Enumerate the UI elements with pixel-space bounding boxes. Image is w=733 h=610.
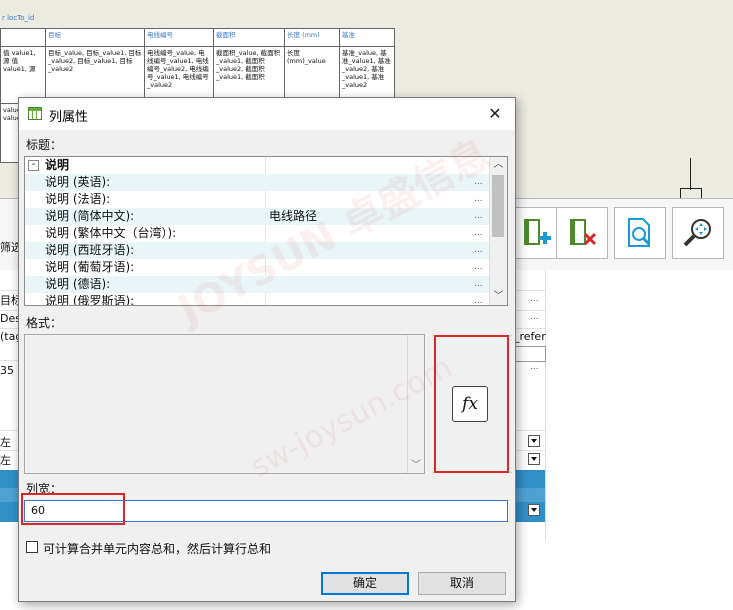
property-row-traditional-chinese[interactable]: 说明 (繁体中文（台湾）): ... bbox=[25, 225, 491, 242]
grid-column-line bbox=[545, 270, 546, 540]
preview-button[interactable] bbox=[614, 207, 666, 259]
format-textarea[interactable]: ﹀ bbox=[24, 334, 425, 474]
report-header-cell bbox=[0, 28, 46, 47]
report-cell: 基准_value, 基准_value1, 基准_value2, 基准_value… bbox=[339, 46, 395, 104]
format-scroll-down-icon[interactable]: ﹀ bbox=[408, 456, 424, 471]
property-ellipsis-button[interactable]: ... bbox=[474, 174, 483, 191]
cancel-button[interactable]: 取消 bbox=[418, 572, 506, 595]
width-highlight-frame bbox=[21, 493, 125, 525]
alignment-dropdown[interactable] bbox=[528, 435, 540, 447]
property-row-russian[interactable]: 说明 (俄罗斯语): ... bbox=[25, 293, 491, 306]
property-ellipsis-button[interactable]: ... bbox=[474, 259, 483, 276]
title-property-grid[interactable]: - 说明 说明 (英语): ... 说明 (法语): ... 说明 (简体中文)… bbox=[24, 156, 508, 306]
connector-line bbox=[690, 158, 691, 190]
property-ellipsis-button[interactable]: ... bbox=[474, 191, 483, 208]
format-scrollbar[interactable]: ﹀ bbox=[407, 335, 424, 473]
property-ellipsis-button[interactable]: ... bbox=[474, 276, 483, 293]
property-name: 说明 (繁体中文（台湾）): bbox=[45, 226, 177, 240]
property-name: 说明 (西班牙语): bbox=[45, 243, 135, 257]
column-properties-dialog: 列属性 ✕ 标题： - 说明 说明 (英语): ... 说明 (法语): ...… bbox=[18, 97, 516, 602]
close-button[interactable]: ✕ bbox=[475, 98, 515, 130]
report-cell: 目标_value, 目标_value1, 目标_value2, 目标_value… bbox=[45, 46, 145, 104]
property-name: 说明 (俄罗斯语): bbox=[45, 294, 135, 306]
property-ellipsis-button[interactable]: ... bbox=[474, 208, 483, 225]
property-ellipsis-button[interactable]: ... bbox=[474, 225, 483, 242]
report-header-cell: 目标 bbox=[45, 28, 145, 47]
property-row-portuguese[interactable]: 说明 (葡萄牙语): ... bbox=[25, 259, 491, 276]
zoom-button[interactable] bbox=[672, 207, 724, 259]
row-ellipsis: ... bbox=[530, 294, 539, 304]
reference-field[interactable] bbox=[514, 346, 546, 362]
add-column-button[interactable] bbox=[510, 207, 562, 259]
sum-merged-label: 可计算合并单元内容总和，然后计算行总和 bbox=[43, 542, 272, 556]
ok-button[interactable]: 确定 bbox=[321, 572, 409, 595]
report-header-cell: 基准 bbox=[339, 28, 395, 47]
title-label: 标题： bbox=[26, 138, 63, 152]
delete-column-icon bbox=[570, 219, 597, 246]
property-row-spanish[interactable]: 说明 (西班牙语): ... bbox=[25, 242, 491, 259]
add-column-icon bbox=[524, 219, 551, 245]
report-header-cell: 截面积 bbox=[213, 28, 285, 47]
property-grid-scrollbar[interactable]: ︿ ﹀ bbox=[489, 157, 507, 305]
zoom-icon bbox=[683, 219, 711, 247]
property-name: 说明 (葡萄牙语): bbox=[45, 260, 135, 274]
report-cell: 截面积_value, 截面积_value1, 截面积_value2, 截面积_v… bbox=[213, 46, 285, 104]
row-ellipsis: ... bbox=[530, 312, 539, 322]
property-group-name: 说明 bbox=[45, 158, 70, 172]
property-value[interactable]: 电线路径 bbox=[269, 208, 317, 225]
dialog-titlebar[interactable]: 列属性 ✕ bbox=[19, 98, 515, 130]
property-row-simplified-chinese[interactable]: 说明 (简体中文): 电线路径 ... bbox=[25, 208, 491, 225]
property-row-german[interactable]: 说明 (德语): ... bbox=[25, 276, 491, 293]
reference-text: _refer bbox=[514, 330, 546, 343]
report-cell: 长度 (mm)_value bbox=[284, 46, 340, 104]
formula-button[interactable]: fx bbox=[452, 386, 488, 422]
connector-line bbox=[680, 188, 702, 189]
property-name: 说明 (英语): bbox=[45, 175, 111, 189]
property-name: 说明 (法语): bbox=[45, 192, 111, 206]
row-label-35: 35 bbox=[0, 364, 14, 377]
row-label-left: 左 bbox=[0, 436, 11, 449]
property-group-row[interactable]: - 说明 bbox=[25, 157, 491, 174]
scroll-down-icon[interactable]: ﹀ bbox=[490, 289, 507, 305]
collapse-icon[interactable]: - bbox=[28, 160, 39, 171]
scroll-thumb[interactable] bbox=[492, 175, 504, 237]
width-dropdown[interactable] bbox=[528, 504, 540, 516]
row-ellipsis: ... bbox=[530, 362, 539, 372]
alignment-dropdown-2[interactable] bbox=[528, 453, 540, 465]
row-label-left-2: 左 bbox=[0, 454, 11, 467]
format-label: 格式： bbox=[26, 316, 63, 330]
property-ellipsis-button[interactable]: ... bbox=[474, 293, 483, 305]
connector-line bbox=[680, 188, 681, 198]
delete-column-button[interactable] bbox=[556, 207, 608, 259]
connector-line bbox=[701, 188, 702, 198]
table-icon bbox=[28, 107, 42, 120]
report-header-id: r locTo_id bbox=[2, 14, 35, 22]
property-name: 说明 (德语): bbox=[45, 277, 111, 291]
property-ellipsis-button[interactable]: ... bbox=[474, 242, 483, 259]
report-header-cell: 长度 (mm) bbox=[284, 28, 340, 47]
property-name: 说明 (简体中文): bbox=[45, 209, 135, 223]
sum-merged-checkbox[interactable] bbox=[26, 541, 38, 553]
report-header-cell: 电线编号 bbox=[144, 28, 214, 47]
preview-icon bbox=[628, 218, 651, 247]
dialog-title: 列属性 bbox=[49, 110, 89, 125]
scroll-up-icon[interactable]: ︿ bbox=[490, 157, 507, 173]
property-row-english[interactable]: 说明 (英语): ... bbox=[25, 174, 491, 191]
report-cell: 电线编号_value, 电线编号_value1, 电线编号_value2, 电线… bbox=[144, 46, 214, 104]
report-cell: 值 value1, 源 值 value1, 源 bbox=[0, 46, 46, 104]
property-row-french[interactable]: 说明 (法语): ... bbox=[25, 191, 491, 208]
